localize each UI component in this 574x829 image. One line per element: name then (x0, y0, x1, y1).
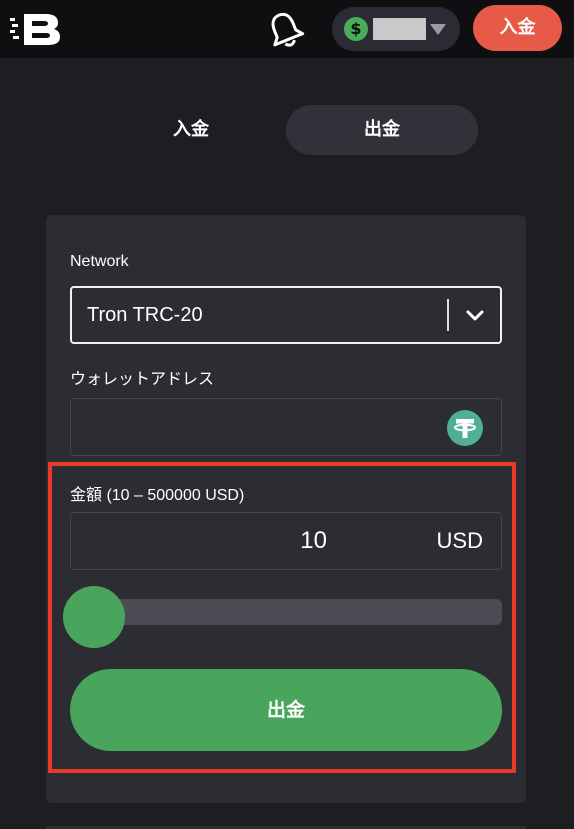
network-label: Network (70, 253, 129, 270)
brand-logo-icon[interactable] (10, 12, 62, 46)
caret-down-icon (430, 24, 446, 35)
tether-icon (447, 410, 483, 446)
network-select-value: Tron TRC-20 (87, 304, 203, 326)
select-divider (447, 299, 449, 331)
balance-dropdown[interactable]: $ (332, 7, 460, 51)
wallet-address-input[interactable] (70, 398, 502, 456)
deposit-button[interactable]: 入金 (473, 5, 562, 51)
wallet-address-label: ウォレットアドレス (70, 371, 215, 388)
tab-deposit[interactable]: 入金 (96, 105, 286, 155)
balance-amount-redacted (373, 18, 426, 40)
dollar-icon: $ (344, 17, 368, 41)
highlight-annotation-box (48, 462, 516, 773)
bell-icon[interactable] (264, 9, 306, 51)
network-select[interactable]: Tron TRC-20 (70, 286, 502, 344)
page: $ 入金 入金 出金 Network Tron TRC-20 ウォレットアドレス (0, 0, 574, 829)
tab-withdraw[interactable]: 出金 (286, 105, 478, 155)
chevron-down-icon (466, 310, 484, 321)
top-bar: $ 入金 (0, 0, 574, 58)
